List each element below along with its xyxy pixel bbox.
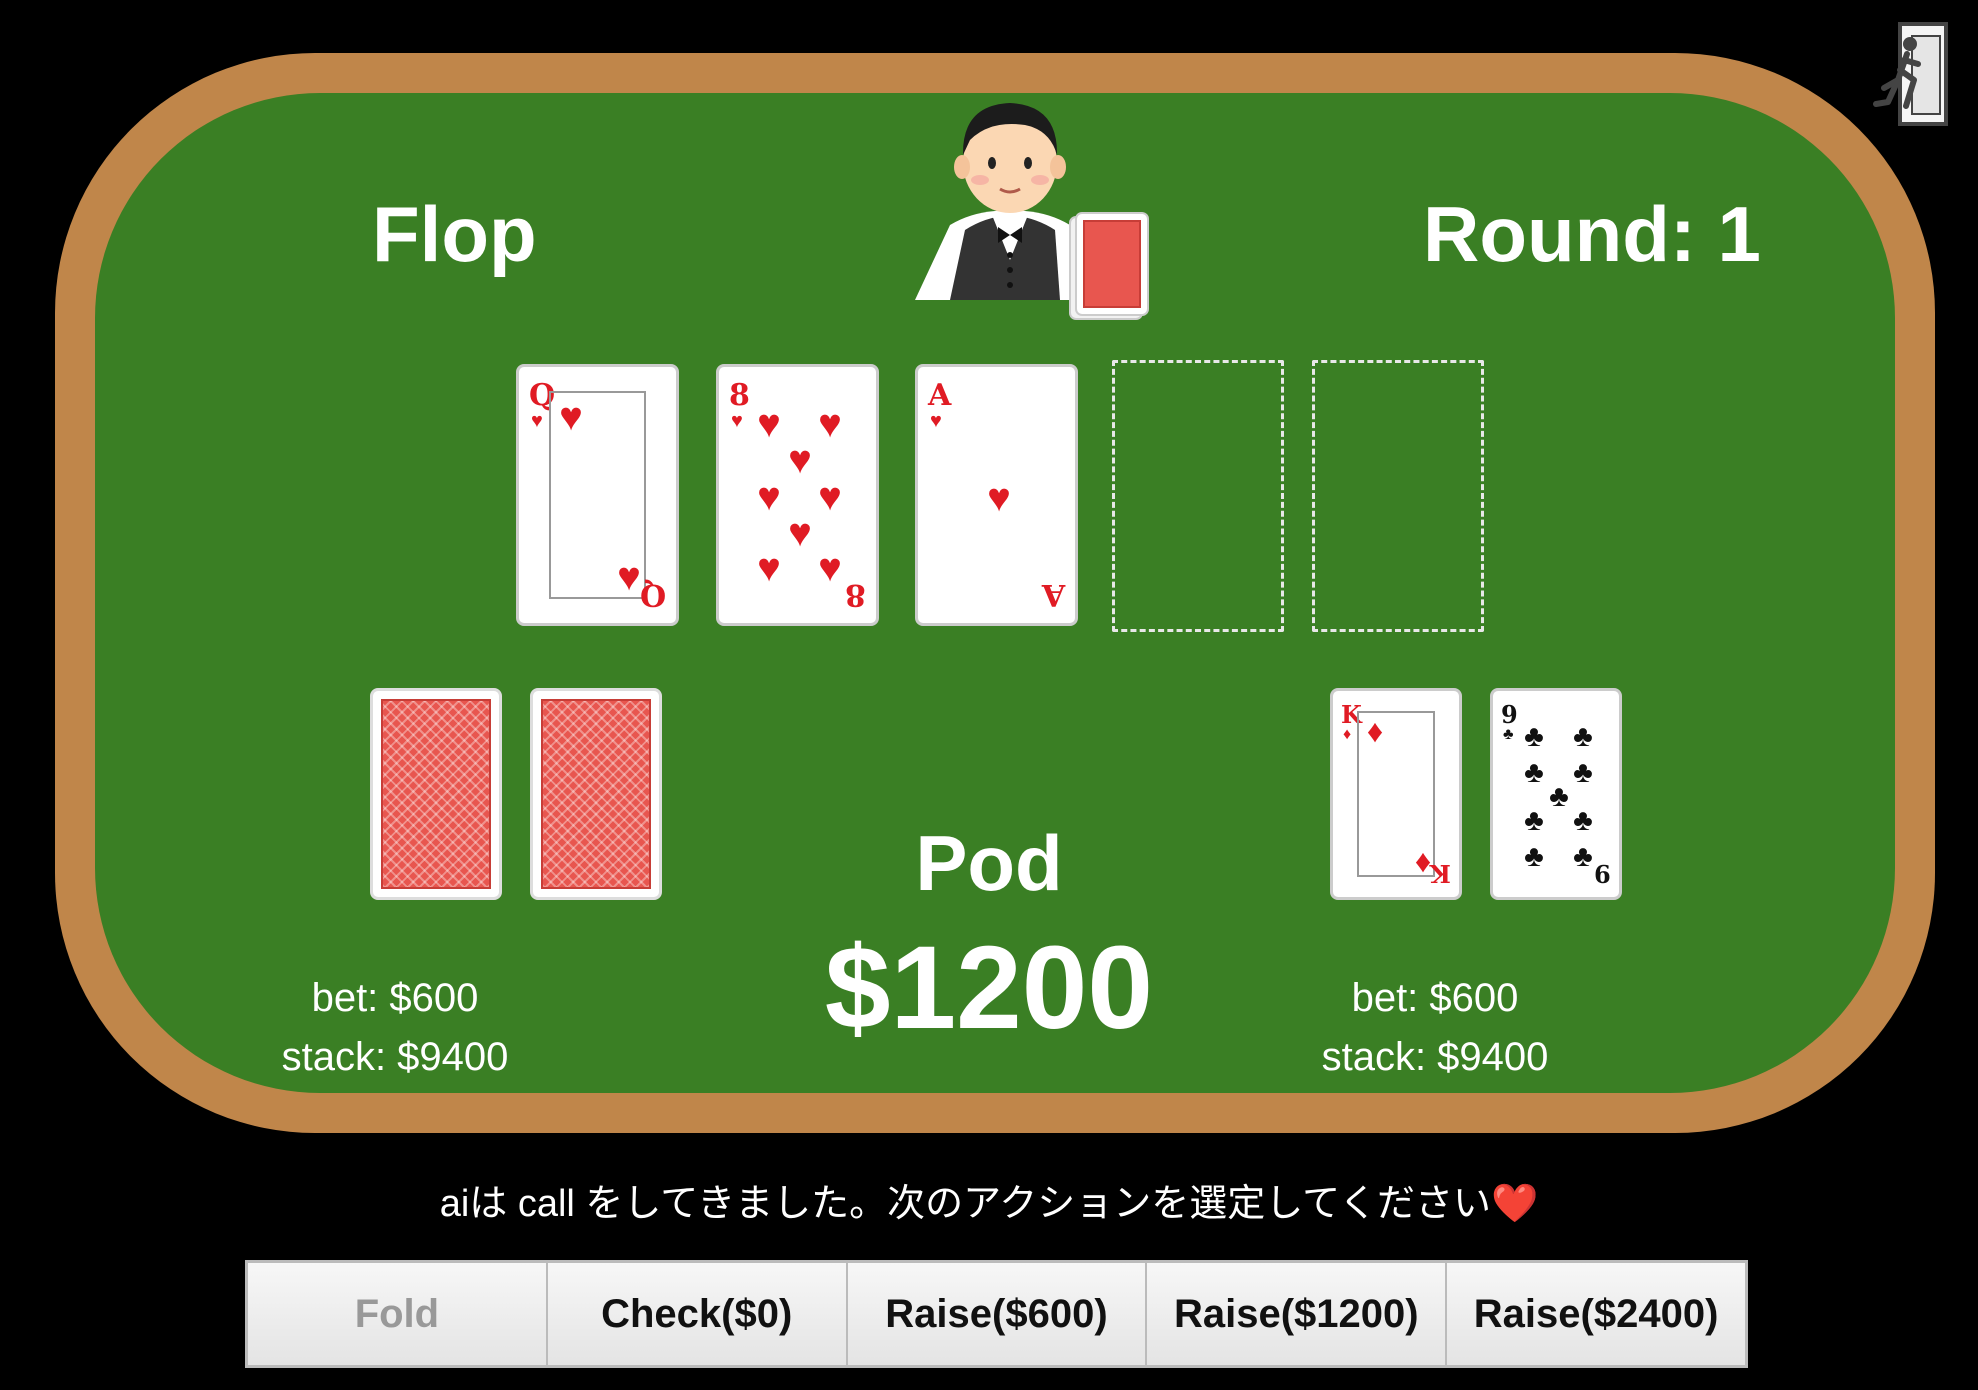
board-card-1: Q ♥ ♥ ♥ Q: [516, 364, 679, 626]
status-message-text: aiは call をしてきました。次のアクションを選定してください: [439, 1183, 1491, 1225]
opponent-bet: bet: $600: [311, 976, 479, 1020]
pot-label: Pod: [915, 819, 1063, 907]
check-button[interactable]: Check($0): [547, 1263, 848, 1365]
board-card-3: A ♥ ♥ A: [915, 364, 1078, 626]
raise-2400-button[interactable]: Raise($2400): [1447, 1263, 1745, 1365]
player-bet: bet: $600: [1351, 976, 1519, 1020]
player-stack: stack: $9400: [1321, 1035, 1549, 1079]
opponent-stack: stack: $9400: [281, 1035, 509, 1079]
status-message: aiは call をしてきました。次のアクションを選定してください❤️: [0, 1172, 1978, 1227]
exit-door-icon[interactable]: [1870, 22, 1950, 126]
fold-button[interactable]: Fold: [248, 1263, 548, 1365]
card-deck-icon: [1069, 212, 1149, 320]
round-label: Round: 1: [1423, 190, 1761, 278]
raise-1200-button[interactable]: Raise($1200): [1147, 1263, 1448, 1365]
board-slot-turn: [1112, 360, 1284, 632]
action-bar: Fold Check($0) Raise($600) Raise($1200) …: [245, 1260, 1748, 1368]
stage-label: Flop: [372, 190, 537, 278]
dealer-avatar-icon: [915, 103, 1149, 320]
board-card-2: 8 ♥ ♥ ♥ ♥ ♥ ♥ ♥ ♥ ♥ 8: [716, 364, 879, 626]
raise-600-button[interactable]: Raise($600): [847, 1263, 1148, 1365]
heart-icon: ❤️: [1490, 1183, 1539, 1225]
board-slot-river: [1312, 360, 1484, 632]
